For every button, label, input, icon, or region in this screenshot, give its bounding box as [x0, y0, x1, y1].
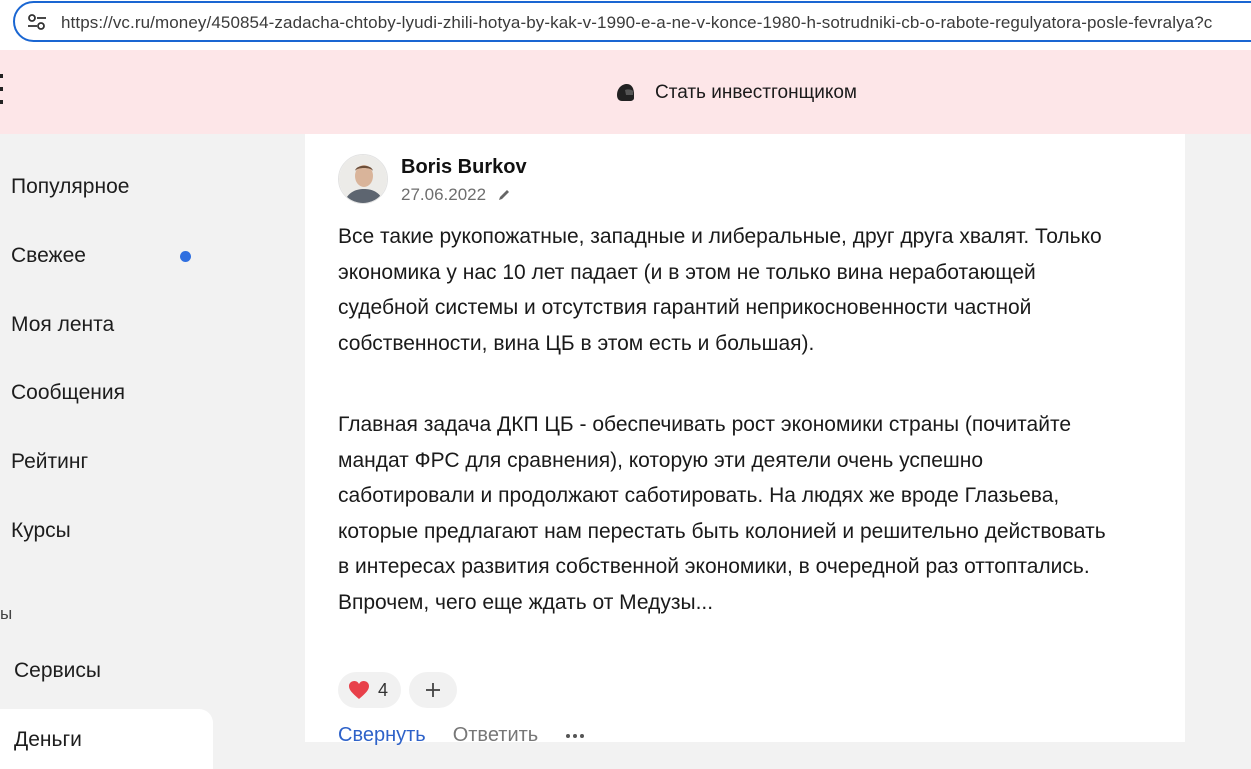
avatar-photo [339, 155, 387, 203]
helmet-icon [617, 84, 634, 101]
sidebar-item-my-feed[interactable]: Моя лента [11, 313, 114, 337]
sidebar-item-popular[interactable]: Популярное [11, 175, 129, 199]
more-icon[interactable] [565, 733, 585, 739]
heart-icon [349, 681, 369, 699]
promo-label: Стать инвестгонщиком [655, 82, 857, 103]
plus-icon [426, 683, 440, 697]
comment-actions: Свернуть Ответить [338, 724, 585, 747]
promo-banner: Стать инвестгонщиком [0, 50, 1251, 134]
reply-button[interactable]: Ответить [453, 724, 539, 747]
url-text[interactable]: https://vc.ru/money/450854-zadacha-chtob… [61, 13, 1212, 33]
sidebar-item-money[interactable]: Деньги [0, 709, 213, 769]
section-heading-fragment: ы [0, 604, 13, 623]
sidebar-item-fresh[interactable]: Свежее [11, 244, 86, 268]
sidebar-item-label: Деньги [14, 728, 82, 751]
comment-paragraph: Главная задача ДКП ЦБ - обеспечивать рос… [338, 413, 1106, 614]
avatar[interactable] [338, 154, 388, 204]
unread-dot [180, 251, 191, 262]
sidebar-item-services[interactable]: Сервисы [14, 659, 101, 683]
comment-date[interactable]: 27.06.2022 [401, 185, 486, 205]
like-button[interactable]: 4 [338, 672, 401, 708]
add-reaction-button[interactable] [409, 672, 457, 708]
collapse-button[interactable]: Свернуть [338, 724, 426, 747]
reactions-bar: 4 [338, 672, 457, 708]
sidebar-item-courses[interactable]: Курсы [11, 519, 71, 543]
comment-paragraph: Все такие рукопожатные, западные и либер… [338, 225, 1102, 355]
like-count: 4 [378, 679, 389, 700]
pencil-icon [499, 190, 509, 200]
address-bar[interactable]: https://vc.ru/money/450854-zadacha-chtob… [13, 1, 1251, 42]
tune-icon[interactable] [27, 13, 47, 31]
sidebar-item-messages[interactable]: Сообщения [11, 381, 125, 405]
comment-card: Boris Burkov 27.06.2022 Все такие рукопо… [305, 134, 1185, 746]
right-gutter [1185, 134, 1251, 742]
browser-toolbar: https://vc.ru/money/450854-zadacha-chtob… [0, 0, 1251, 50]
menu-icon[interactable] [0, 74, 3, 106]
sidebar-item-rating[interactable]: Рейтинг [11, 450, 88, 474]
author-name[interactable]: Boris Burkov [401, 156, 527, 179]
sidebar: Популярное Свежее Моя лента Сообщения Ре… [0, 134, 305, 769]
promo-link[interactable]: Стать инвестгонщиком [614, 81, 857, 105]
